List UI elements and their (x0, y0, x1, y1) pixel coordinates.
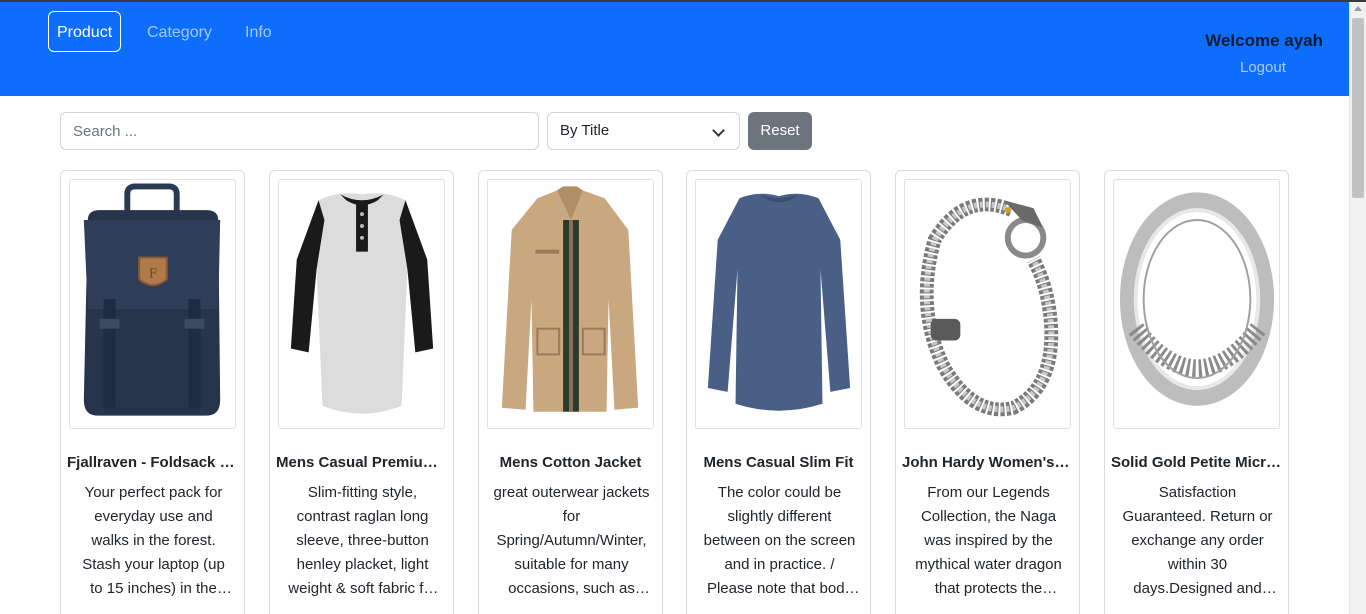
product-image-ring[interactable] (1113, 179, 1280, 429)
product-description: Slim-fitting style, contrast raglan long… (288, 484, 437, 597)
product-card[interactable]: Mens Casual Slim Fit The color could be … (686, 170, 871, 614)
product-title[interactable]: John Hardy Women's Legends Naga Gold & S… (902, 454, 1073, 471)
tshirt-icon (290, 193, 434, 414)
nav-item-category[interactable]: Category (138, 11, 221, 52)
product-card[interactable]: Solid Gold Petite Micropave Satisfaction… (1104, 170, 1289, 614)
product-image-backpack[interactable]: F (69, 179, 236, 429)
sort-select[interactable]: By Title (547, 112, 740, 150)
backpack-icon: F (83, 183, 221, 416)
product-description: Your perfect pack for everyday use and w… (82, 484, 225, 597)
search-input[interactable] (60, 112, 539, 150)
product-card[interactable]: Mens Casual Premium Slim Fit T-Shirts Sl… (269, 170, 454, 614)
reset-button[interactable]: Reset (748, 112, 812, 150)
product-title[interactable]: Mens Casual Slim Fit (693, 454, 864, 471)
welcome-text: Welcome ayah (1205, 31, 1323, 50)
bracelet-icon (919, 197, 1059, 417)
product-title[interactable]: Mens Casual Premium Slim Fit T-Shirts (276, 454, 447, 471)
nav-item-product[interactable]: Product (48, 11, 122, 52)
product-card[interactable]: F Fjallraven - Foldsack No. 1 Backpack, … (60, 170, 245, 614)
product-card[interactable]: John Hardy Women's Legends Naga Gold & S… (895, 170, 1080, 614)
nav-item-info[interactable]: Info (236, 11, 281, 52)
product-card[interactable]: Mens Cotton Jacket great outerwear jacke… (478, 170, 663, 614)
product-description: The color could be slightly different be… (703, 484, 856, 597)
product-description: From our Legends Collection, the Naga wa… (915, 484, 1062, 597)
sort-select-value: By Title (560, 122, 610, 139)
product-description: Satisfaction Guaranteed. Return or excha… (1122, 484, 1273, 597)
product-image-bracelet[interactable] (904, 179, 1071, 429)
longsleeve-shirt-icon (707, 193, 851, 411)
navbar: Product Category Info Welcome ayah Logou… (0, 2, 1349, 96)
scroll-up-arrow-icon[interactable] (1354, 6, 1362, 11)
chevron-down-icon (712, 124, 725, 137)
svg-text:F: F (149, 266, 157, 280)
product-image-longsleeve[interactable] (695, 179, 862, 429)
product-image-tshirt[interactable] (278, 179, 445, 429)
jacket-icon (501, 186, 639, 412)
logout-link[interactable]: Logout (1240, 59, 1286, 76)
scrollbar-thumb[interactable] (1352, 18, 1364, 198)
ring-icon (1119, 192, 1275, 406)
product-title[interactable]: Mens Cotton Jacket (485, 454, 656, 471)
product-title[interactable]: Solid Gold Petite Micropave (1111, 454, 1282, 471)
product-image-jacket[interactable] (487, 179, 654, 429)
product-title[interactable]: Fjallraven - Foldsack No. 1 Backpack, Fi… (67, 454, 238, 471)
product-description: great outerwear jackets for Spring/Autum… (493, 484, 650, 597)
page-scrollbar[interactable] (1349, 2, 1366, 614)
